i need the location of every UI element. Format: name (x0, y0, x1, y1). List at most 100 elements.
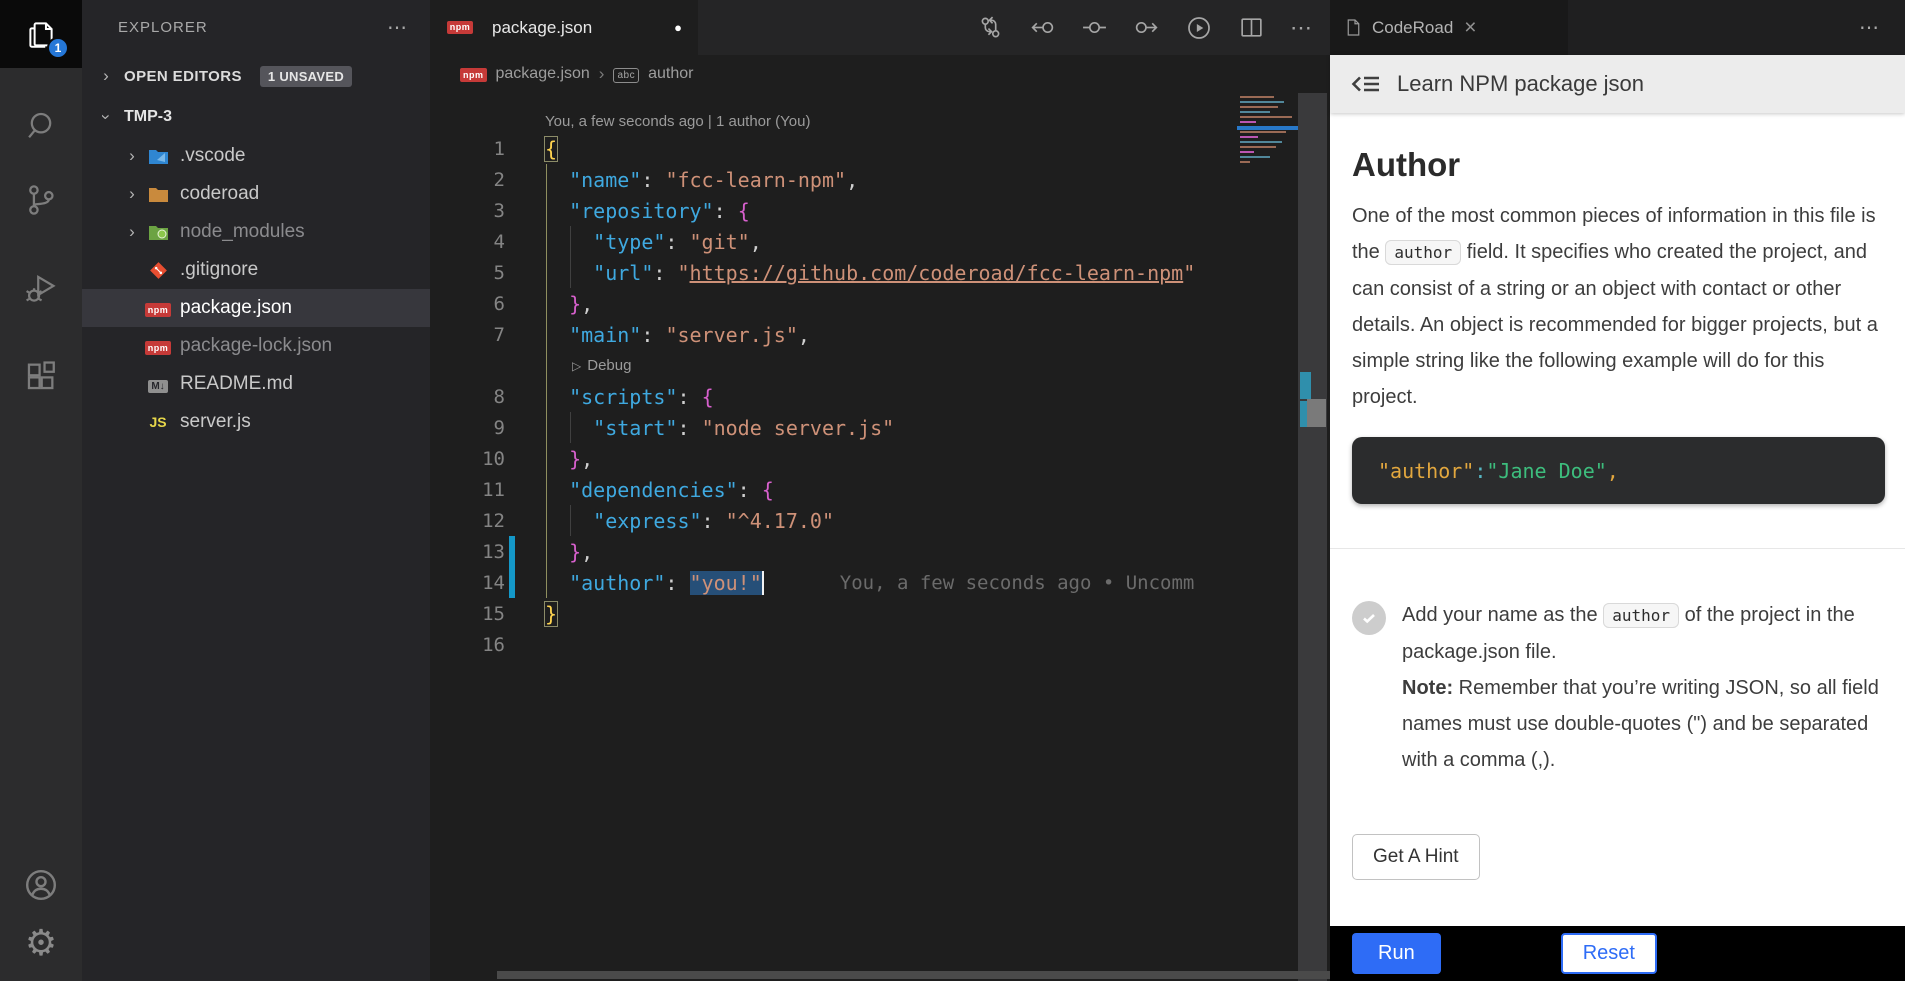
file-tree-item-coderoad[interactable]: coderoad (82, 175, 430, 213)
code-line-6[interactable]: 6 }, (430, 288, 1330, 319)
chevron-down-icon (94, 107, 118, 127)
minimap[interactable] (1237, 93, 1298, 981)
split-editor-icon[interactable] (1238, 14, 1265, 41)
code-line-3[interactable]: 3 "repository": { (430, 195, 1330, 226)
account-icon[interactable] (0, 863, 82, 907)
file-name: package-lock.json (180, 335, 332, 357)
source-control-icon[interactable] (0, 156, 82, 244)
extensions-icon[interactable] (0, 332, 82, 420)
tab-package-json[interactable]: package.json (430, 0, 698, 55)
minimap-selection-highlight (1237, 126, 1298, 130)
tab-label: package.json (492, 18, 592, 38)
file-name: server.js (180, 411, 251, 433)
code-line-1[interactable]: 1{ (430, 133, 1330, 164)
file-tree-item-README-md[interactable]: README.md (82, 365, 430, 403)
code-line-15[interactable]: 15} (430, 598, 1330, 629)
code-line-10[interactable]: 10 }, (430, 443, 1330, 474)
text-cursor (762, 571, 764, 595)
code-line-14[interactable]: 14 "author": "you!"You, a few seconds ag… (430, 567, 1330, 598)
compare-changes-icon[interactable] (977, 14, 1004, 41)
overview-decoration (1307, 399, 1326, 427)
code-line-7[interactable]: 7 "main": "server.js", (430, 319, 1330, 350)
indent-guide (570, 505, 571, 536)
explorer-more-actions-icon[interactable] (387, 15, 408, 40)
breadcrumb-symbol[interactable]: author (648, 65, 693, 83)
run-button[interactable]: Run (1352, 933, 1441, 974)
breadcrumb-file[interactable]: package.json (496, 65, 590, 83)
chevron-right-icon[interactable] (120, 222, 144, 242)
workspace-root-folder[interactable]: TMP-3 (82, 97, 430, 137)
file-name: README.md (180, 373, 293, 395)
explorer-activity-button[interactable]: 1 (0, 0, 82, 68)
tab-coderoad[interactable]: CodeRoad (1330, 0, 1568, 55)
tutorial-content: Author One of the most common pieces of … (1330, 146, 1905, 880)
horizontal-scrollbar[interactable] (497, 971, 1330, 979)
line-number: 2 (430, 169, 505, 191)
unsaved-badge: 1 UNSAVED (260, 66, 352, 87)
line-number: 1 (430, 138, 505, 160)
code-line-16[interactable]: 16 (430, 629, 1330, 660)
record-step-icon[interactable] (1081, 14, 1108, 41)
lesson-heading: Author (1352, 146, 1885, 184)
editor-group: package.json package.json author You, a … (430, 0, 1330, 981)
line-number: 14 (430, 572, 505, 594)
npm-file-icon (460, 65, 487, 83)
overview-ruler[interactable] (1298, 93, 1327, 981)
breadcrumb[interactable]: package.json author (430, 55, 1330, 93)
chevron-right-icon (94, 66, 118, 86)
panel-more-actions-icon[interactable] (1859, 15, 1905, 40)
line-number: 8 (430, 386, 505, 408)
coderoad-panel: CodeRoad Learn NPM package json Author O… (1330, 0, 1905, 981)
file-tree-item-server-js[interactable]: server.js (82, 403, 430, 441)
line-number: 4 (430, 231, 505, 253)
close-icon[interactable] (1464, 16, 1476, 40)
navigate-forward-icon[interactable] (1133, 14, 1160, 41)
code-line-4[interactable]: 4 "type": "git", (430, 226, 1330, 257)
code-line-12[interactable]: 12 "express": "^4.17.0" (430, 505, 1330, 536)
file-tree-item--gitignore[interactable]: .gitignore (82, 251, 430, 289)
get-hint-button[interactable]: Get A Hint (1352, 834, 1480, 880)
navigate-back-icon[interactable] (1029, 14, 1056, 41)
lesson-paragraph: One of the most common pieces of informa… (1352, 198, 1885, 415)
code-line-9[interactable]: 9 "start": "node server.js" (430, 412, 1330, 443)
file-tree-item-package-lock-json[interactable]: package-lock.json (82, 327, 430, 365)
code-editor[interactable]: You, a few seconds ago | 1 author (You) … (430, 93, 1330, 660)
file-tree-item-package-json[interactable]: package.json (82, 289, 430, 327)
code-example-block: "author": "Jane Doe", (1352, 437, 1885, 504)
line-number: 12 (430, 510, 505, 532)
file-tree-item-node-modules[interactable]: node_modules (82, 213, 430, 251)
collapse-menu-icon[interactable] (1350, 70, 1382, 98)
codelens-debug[interactable]: Debug (430, 350, 1330, 381)
open-editors-section[interactable]: OPEN EDITORS 1 UNSAVED (82, 55, 430, 97)
run-file-icon[interactable] (1185, 14, 1213, 42)
unsaved-count-badge: 1 (47, 37, 69, 59)
line-number: 5 (430, 262, 505, 284)
settings-gear-icon[interactable] (0, 921, 82, 965)
chevron-right-icon[interactable] (120, 184, 144, 204)
more-actions-icon[interactable] (1290, 15, 1312, 41)
file-tree-item--vscode[interactable]: .vscode (82, 137, 430, 175)
reset-button[interactable]: Reset (1561, 933, 1657, 974)
code-line-8[interactable]: 8 "scripts": { (430, 381, 1330, 412)
line-number: 3 (430, 200, 505, 222)
code-line-5[interactable]: 5 "url": "https://github.com/coderoad/fc… (430, 257, 1330, 288)
code-line-11[interactable]: 11 "dependencies": { (430, 474, 1330, 505)
npm-icon (144, 297, 172, 319)
file-name: .vscode (180, 145, 245, 167)
code-line-13[interactable]: 13 }, (430, 536, 1330, 567)
run-debug-icon[interactable] (0, 244, 82, 332)
search-icon[interactable] (0, 96, 82, 156)
vscode-window: 1 EXPLORER OPEN EDITORS 1 UNSA (0, 0, 1905, 981)
codelens-authors[interactable]: You, a few seconds ago | 1 author (You) (430, 93, 1330, 133)
inline-code-chip: author (1603, 603, 1679, 628)
npm-icon (144, 335, 172, 357)
code-line-2[interactable]: 2 "name": "fcc-learn-npm", (430, 164, 1330, 195)
line-number: 15 (430, 603, 505, 625)
file-name: .gitignore (180, 259, 258, 281)
vscode-folder-icon (144, 148, 172, 165)
node-folder-icon (144, 224, 172, 241)
line-number: 10 (430, 448, 505, 470)
chevron-right-icon[interactable] (120, 146, 144, 166)
git-icon (144, 261, 172, 280)
divider (1330, 548, 1905, 549)
